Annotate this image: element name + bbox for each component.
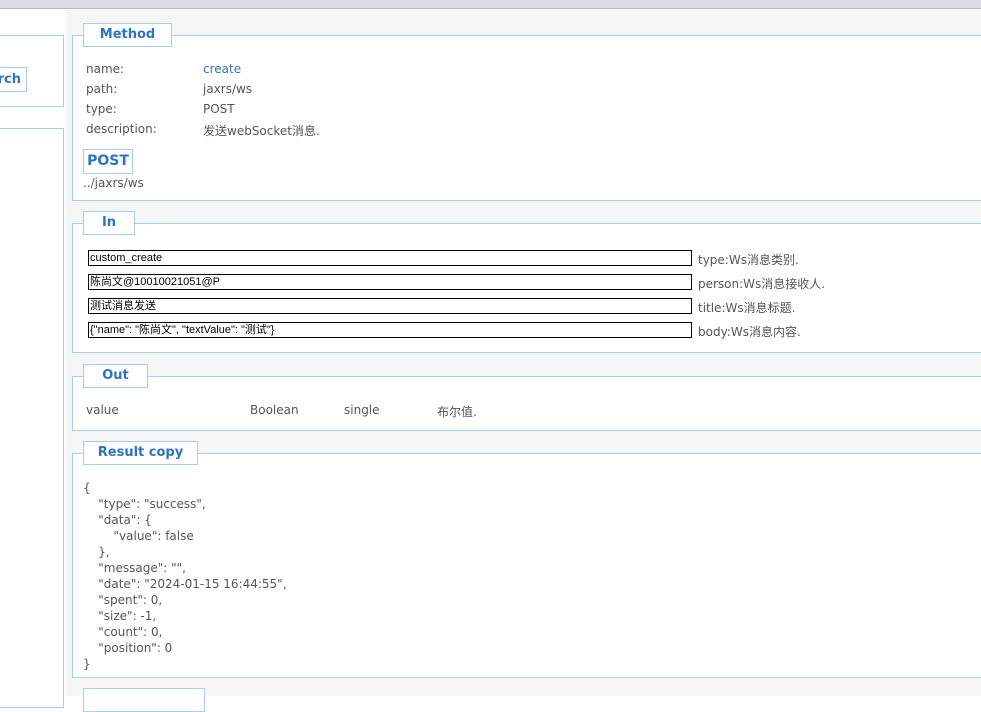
field-value: 发送webSocket消息. — [203, 124, 320, 138]
method-description-row: description: 发送webSocket消息. — [86, 122, 320, 138]
person-input[interactable]: 陈尚文@10010021051@P — [88, 274, 692, 290]
method-legend: Method — [83, 23, 172, 47]
result-panel: Result copy { "type": "success", "data":… — [72, 441, 981, 678]
method-url: ../jaxrs/ws — [83, 176, 144, 190]
out-name: value — [86, 403, 119, 417]
type-input[interactable]: custom_create — [88, 250, 692, 266]
field-value: POST — [203, 102, 235, 116]
method-name-row: name: create — [86, 62, 241, 76]
in-panel: In custom_create type:Ws消息类别. 陈尚文@100100… — [72, 211, 981, 353]
body-input[interactable]: {"name": "陈尚文", "textValue": "测试"} — [88, 322, 692, 338]
post-button[interactable]: POST — [83, 149, 133, 174]
title-param-label: title:Ws消息标题. — [698, 301, 796, 315]
result-copy-legend[interactable]: Result copy — [83, 441, 198, 465]
out-type: Boolean — [250, 403, 299, 417]
type-param-label: type:Ws消息类别. — [698, 253, 799, 267]
next-section-legend — [83, 688, 205, 712]
field-label: description: — [86, 122, 157, 136]
field-label: path: — [86, 82, 118, 96]
out-multiplicity: single — [344, 403, 380, 417]
in-legend: In — [83, 211, 135, 235]
browser-top-bar — [0, 0, 981, 9]
field-value: jaxrs/ws — [203, 82, 253, 96]
out-panel: Out value Boolean single 布尔值. — [72, 364, 981, 431]
title-input[interactable]: 测试消息发送 — [88, 298, 692, 314]
search-button[interactable]: rch — [0, 67, 27, 92]
out-description: 布尔值. — [437, 405, 477, 419]
method-panel: Method name: create path: jaxrs/ws type: PO… — [72, 23, 981, 201]
person-param-label: person:Ws消息接收人. — [698, 277, 826, 291]
method-type-row: type: POST — [86, 102, 235, 116]
body-param-label: body:Ws消息内容. — [698, 325, 801, 339]
method-path-row: path: jaxrs/ws — [86, 82, 252, 96]
out-legend: Out — [83, 364, 148, 388]
field-label: type: — [86, 102, 117, 116]
field-label: name: — [86, 62, 125, 76]
sidebar-list-panel — [0, 128, 64, 708]
result-json: { "type": "success", "data": { "value": … — [83, 481, 287, 671]
field-value: create — [203, 62, 242, 76]
